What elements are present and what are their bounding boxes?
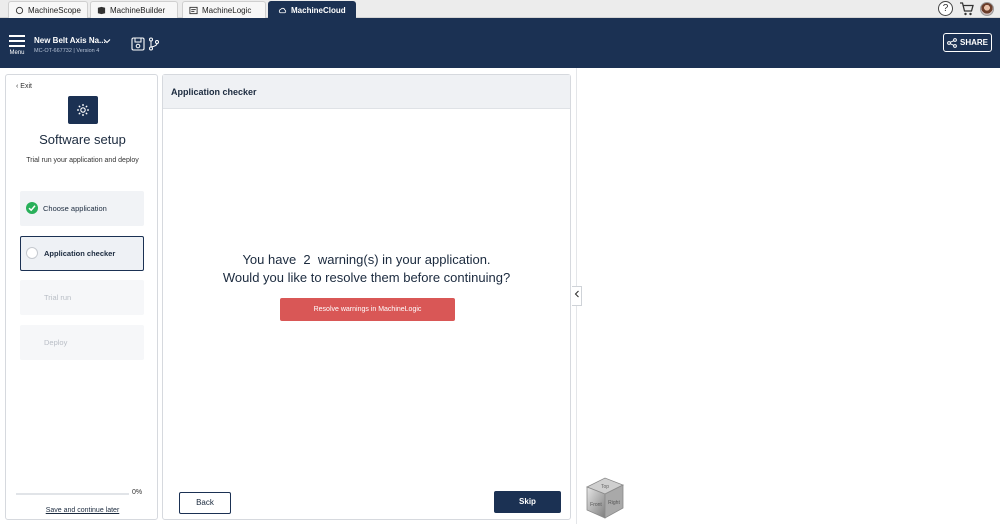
- tab-label: MachineScope: [28, 5, 81, 15]
- tab-label: MachineLogic: [202, 5, 252, 15]
- share-button[interactable]: SHARE: [943, 33, 992, 52]
- collapse-panel-button[interactable]: [572, 286, 582, 306]
- gear-icon: [68, 96, 98, 124]
- cube-face-top[interactable]: Top: [601, 484, 609, 490]
- tab-machinebuilder[interactable]: MachineBuilder: [90, 1, 178, 18]
- step-deploy: Deploy: [20, 325, 144, 360]
- step-circle-icon: [26, 247, 38, 259]
- app-header: Menu New Belt Axis Na... MC-OT-667732 | …: [0, 18, 1000, 68]
- share-label: SHARE: [959, 38, 988, 47]
- tab-label: MachineBuilder: [110, 5, 166, 15]
- save-continue-later-link[interactable]: Save and continue later: [6, 507, 159, 514]
- application-checker-panel: Application checker You have 2 warning(s…: [162, 74, 571, 520]
- tab-machinescope[interactable]: MachineScope: [8, 1, 88, 18]
- progress-bar: [16, 493, 129, 495]
- step-label: Deploy: [44, 338, 68, 347]
- tab-machinelogic[interactable]: MachineLogic: [182, 1, 266, 18]
- step-label: Application checker: [44, 249, 116, 258]
- help-icon[interactable]: ?: [938, 1, 953, 16]
- project-version: MC-OT-667732 | Version 4: [34, 48, 100, 54]
- 3d-viewport[interactable]: [576, 68, 1000, 524]
- hamburger-icon: [9, 35, 25, 47]
- menu-label: Menu: [9, 50, 25, 56]
- setup-wizard-panel: ‹ Exit Software setup Trial run your app…: [5, 74, 158, 520]
- warning-message-line1: You have 2 warning(s) in your applicatio…: [242, 252, 491, 267]
- exit-link[interactable]: ‹ Exit: [16, 83, 32, 90]
- chevron-down-icon[interactable]: [103, 37, 111, 45]
- setup-description: Trial run your application and deploy: [26, 157, 139, 164]
- cube-face-right[interactable]: Right: [608, 500, 620, 506]
- scope-icon: [15, 6, 24, 14]
- progress-percent: 0%: [132, 489, 143, 496]
- setup-title: Software setup: [39, 132, 126, 147]
- panel-title: Application checker: [163, 75, 570, 109]
- back-button[interactable]: Back: [179, 492, 231, 514]
- cloud-icon: [278, 7, 287, 13]
- step-application-checker[interactable]: Application checker: [20, 236, 144, 271]
- resolve-warnings-button[interactable]: Resolve warnings in MachineLogic: [280, 298, 455, 321]
- cube-face-front[interactable]: Front: [590, 502, 602, 508]
- step-label: Choose application: [43, 204, 107, 213]
- step-choose-application[interactable]: Choose application: [20, 191, 144, 226]
- share-icon: [947, 37, 957, 48]
- warning-message-line2: Would you like to resolve them before co…: [222, 270, 511, 285]
- builder-icon: [97, 6, 106, 14]
- project-name[interactable]: New Belt Axis Na...: [34, 36, 106, 45]
- avatar[interactable]: [980, 1, 994, 16]
- branch-icon[interactable]: [148, 37, 160, 51]
- tab-machinecloud[interactable]: MachineCloud: [268, 1, 356, 18]
- skip-button[interactable]: Skip: [494, 491, 561, 513]
- menu-button[interactable]: Menu: [9, 35, 25, 56]
- step-trial-run: Trial run: [20, 280, 144, 315]
- view-cube[interactable]: Top Right Front: [583, 476, 627, 520]
- logic-icon: [189, 6, 198, 14]
- cart-icon[interactable]: [959, 1, 974, 16]
- save-icon[interactable]: [131, 37, 145, 51]
- toolbar-right: ?: [938, 1, 994, 16]
- step-label: Trial run: [44, 293, 72, 302]
- tab-label: MachineCloud: [291, 5, 346, 15]
- app-tab-bar: MachineScope MachineBuilder MachineLogic…: [0, 0, 1000, 18]
- check-circle-icon: [26, 202, 38, 214]
- chevron-left-icon: [574, 290, 579, 298]
